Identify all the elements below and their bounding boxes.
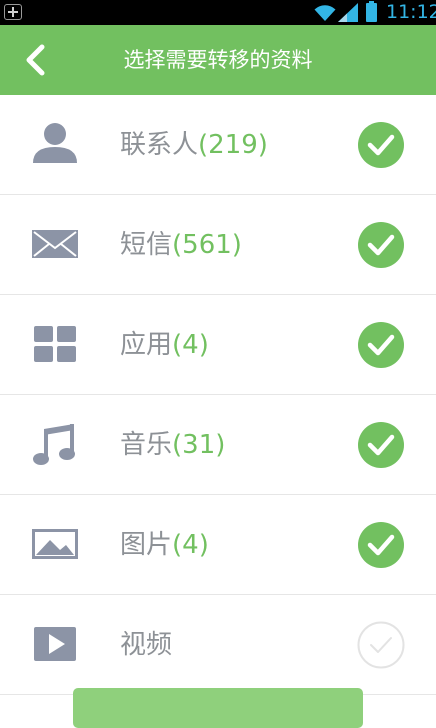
checked-icon[interactable] [357, 521, 405, 569]
item-count: (561) [172, 230, 242, 260]
list-item-label: 联系人 [120, 130, 199, 160]
checked-icon[interactable] [357, 221, 405, 269]
start-transfer-button[interactable] [73, 688, 363, 728]
item-count: (4) [172, 530, 209, 560]
title-bar: 选择需要转移的资料 [0, 25, 436, 95]
list-item-label: 短信 [120, 230, 173, 260]
list-item-label: 图片 [120, 530, 173, 560]
wifi-icon [314, 5, 336, 21]
clock: 11:12 [386, 1, 436, 23]
list-item-music[interactable]: 音乐(31) [0, 395, 436, 495]
checked-icon[interactable] [357, 321, 405, 369]
checked-icon[interactable] [357, 121, 405, 169]
item-count: (219) [198, 130, 268, 160]
page-title: 选择需要转移的资料 [123, 48, 313, 72]
video-play-icon [34, 627, 76, 661]
battery-icon [366, 1, 377, 22]
list-item-label: 视频 [120, 630, 173, 660]
list-item-messages[interactable]: 短信(561) [0, 195, 436, 295]
music-note-icon [33, 424, 75, 465]
list-item-photos[interactable]: 图片(4) [0, 495, 436, 595]
notification-icon [4, 4, 22, 20]
item-count: (31) [172, 430, 226, 460]
list-item-apps[interactable]: 应用(4) [0, 295, 436, 395]
grid-icon [34, 326, 76, 362]
list-item-videos[interactable]: 视频 [0, 595, 436, 695]
checked-icon[interactable] [357, 421, 405, 469]
data-type-list: 联系人(219) 短信(561) 应用(4) 音乐(31) 图片(4) 视频 [0, 95, 436, 695]
person-icon [33, 123, 77, 163]
envelope-icon [32, 230, 78, 258]
unchecked-icon[interactable] [357, 621, 405, 669]
item-count: (4) [172, 330, 209, 360]
signal-icon [338, 3, 358, 22]
list-item-label: 音乐 [120, 430, 173, 460]
status-bar: 11:12 [0, 0, 436, 25]
image-icon [32, 529, 78, 559]
back-arrow-icon[interactable] [20, 43, 54, 77]
list-item-label: 应用 [120, 330, 173, 360]
list-item-contacts[interactable]: 联系人(219) [0, 95, 436, 195]
